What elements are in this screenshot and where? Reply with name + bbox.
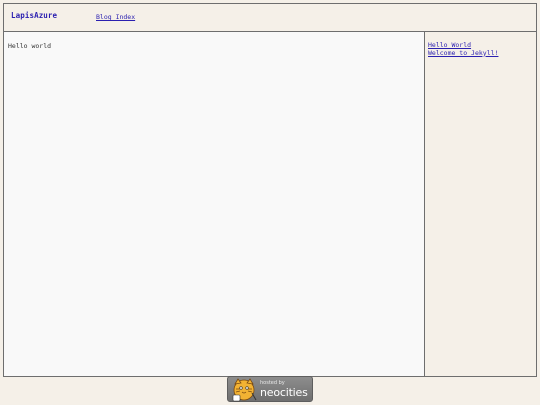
list-item: Welcome to Jekyll!	[428, 49, 498, 58]
site-header: LapisAzure Blog Index	[3, 3, 537, 32]
post-list: Hello World Welcome to Jekyll!	[428, 41, 498, 58]
post-body: Hello world	[8, 42, 52, 50]
post-link-welcome-to-jekyll[interactable]: Welcome to Jekyll!	[428, 49, 498, 57]
neocities-cat-icon	[232, 378, 257, 402]
nav-link-blog-index[interactable]: Blog Index	[96, 13, 135, 21]
main-content: Hello world	[3, 31, 425, 377]
site-title[interactable]: LapisAzure	[11, 11, 57, 20]
sidebar: Hello World Welcome to Jekyll!	[424, 31, 537, 377]
page: LapisAzure Blog Index Hello world Hello …	[0, 0, 540, 405]
neocities-badge[interactable]: hosted by neocities	[227, 376, 313, 402]
badge-neocities-text: neocities	[260, 386, 308, 399]
